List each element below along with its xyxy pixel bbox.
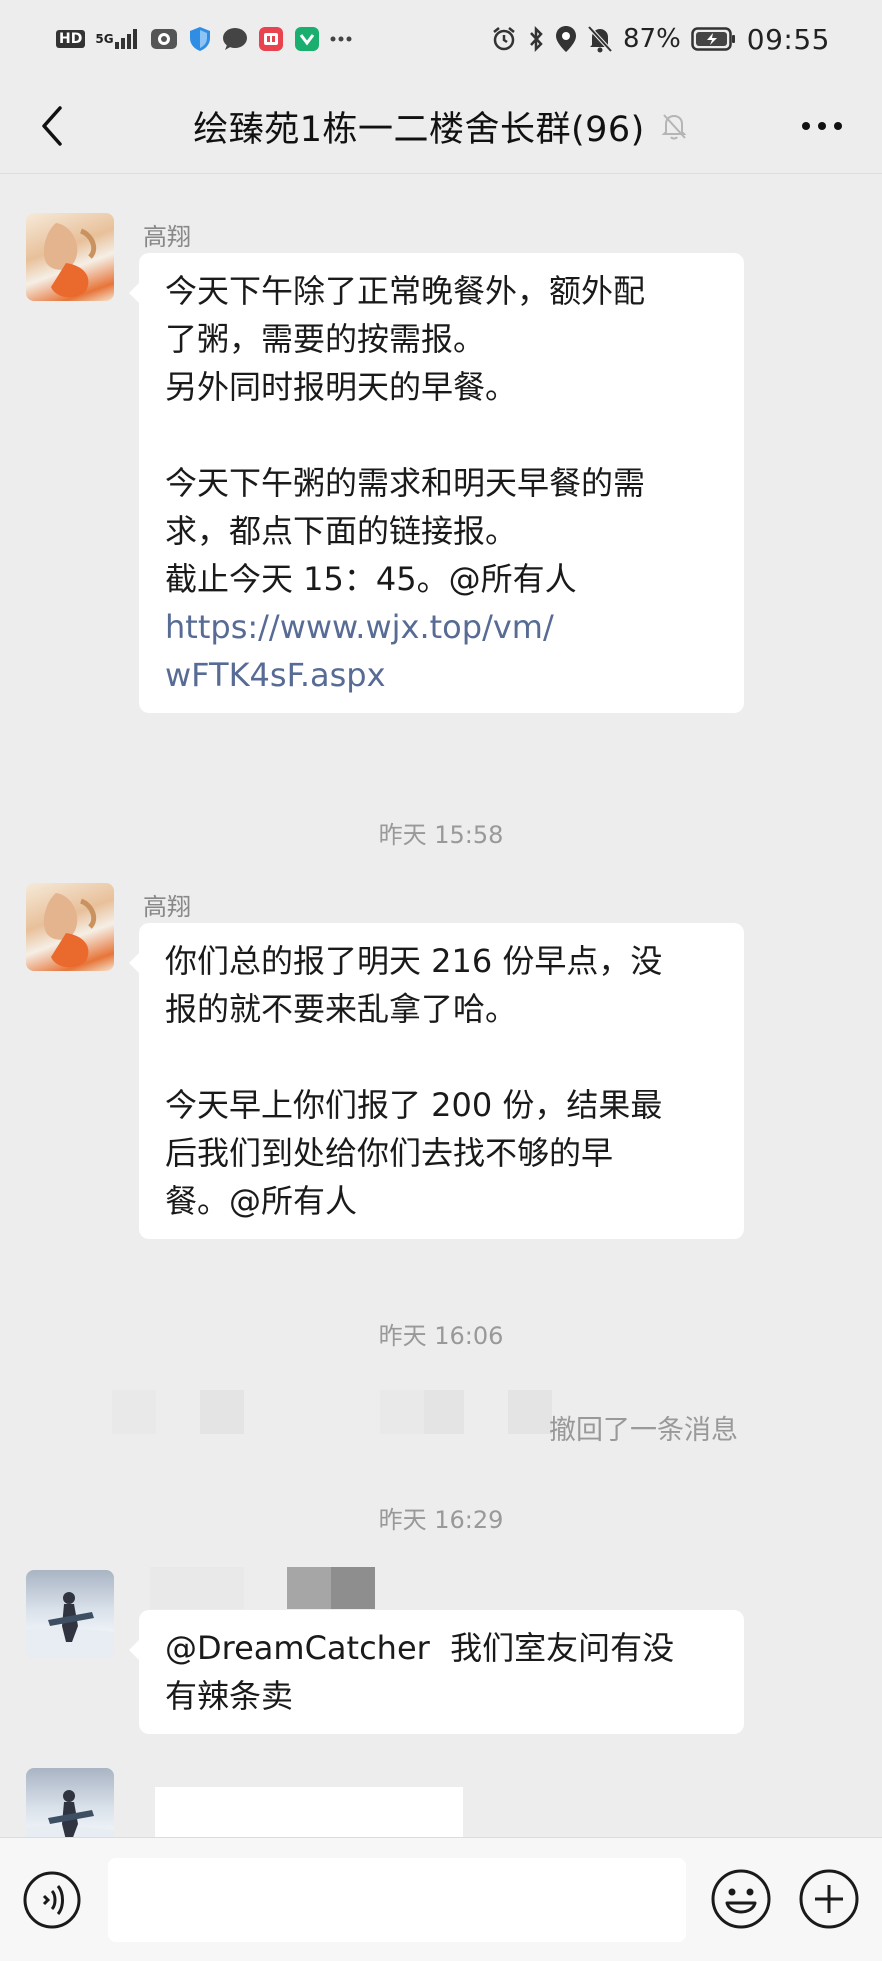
plus-icon: [799, 1869, 859, 1929]
blurred-name-block: [424, 1390, 464, 1434]
message-link[interactable]: https://www.wjx.top/vm/ wFTK4sF.aspx: [165, 608, 554, 694]
blurred-name-block: [380, 1390, 424, 1434]
input-bar: [0, 1837, 882, 1961]
battery-icon: [691, 26, 737, 52]
more-dots-icon: [802, 122, 842, 130]
clock-time: 09:55: [746, 22, 830, 56]
status-bar: HD 5G 87% 09:55: [0, 0, 882, 78]
blurred-message-block: [155, 1787, 463, 1837]
blurred-name-block: [508, 1390, 552, 1434]
bluetooth-icon: [527, 25, 545, 53]
avatar-image: [26, 1592, 114, 1658]
network-type-label: 5G: [95, 32, 114, 46]
avatar[interactable]: [26, 1570, 114, 1658]
avatar-image: [43, 893, 97, 968]
message-bubble[interactable]: @DreamCatcher 我们室友问有没 有辣条卖: [129, 1610, 744, 1734]
more-functions-button[interactable]: [798, 1868, 860, 1930]
message-bubble-icon: [222, 27, 248, 51]
message-bubble[interactable]: 你们总的报了明天 216 份早点，没 报的就不要来乱拿了哈。 今天早上你们报了 …: [129, 923, 744, 1239]
emoji-button[interactable]: [710, 1868, 772, 1930]
blurred-name-block: [194, 1567, 244, 1609]
blurred-name-block: [200, 1390, 244, 1434]
message-text: 你们总的报了明天 216 份早点，没 报的就不要来乱拿了哈。 今天早上你们报了 …: [165, 942, 663, 1220]
timestamp: 昨天 16:29: [378, 1506, 504, 1534]
sender-name: 高翔: [143, 893, 191, 921]
blurred-name-block: [331, 1567, 375, 1609]
bell-off-icon: [661, 114, 687, 140]
hd-icon: HD: [56, 30, 86, 48]
app-red-icon: [258, 26, 284, 52]
avatar[interactable]: [26, 213, 114, 301]
message-text: @DreamCatcher 我们室友问有没 有辣条卖: [165, 1629, 675, 1715]
more-options-button[interactable]: [792, 100, 852, 152]
voice-icon: [23, 1871, 81, 1929]
emoji-icon: [711, 1869, 771, 1929]
battery-percentage: 87%: [623, 24, 681, 54]
chat-title-wrap: 绘臻苑1栋一二楼舍长群(96): [0, 78, 882, 174]
chat-title: 绘臻苑1栋一二楼舍长群(96): [193, 109, 645, 150]
avatar-image: [43, 223, 97, 298]
message-input[interactable]: [108, 1858, 686, 1942]
blurred-name-block: [112, 1390, 156, 1434]
bell-off-status-icon: [587, 25, 613, 53]
shield-icon: [188, 26, 212, 52]
location-icon: [555, 25, 577, 53]
status-bar-left: HD 5G: [56, 26, 352, 52]
voice-input-button[interactable]: [22, 1870, 82, 1930]
recall-notice: 撤回了一条消息: [549, 1415, 738, 1446]
avatar[interactable]: [26, 883, 114, 971]
avatar[interactable]: [26, 1768, 114, 1837]
chat-message-list[interactable]: 高翔 今天下午除了正常晚餐外，额外配 了粥，需要的按需报。 另外同时报明天的早餐…: [0, 175, 882, 1837]
overflow-dots-icon: [330, 35, 352, 43]
sender-name: 高翔: [143, 223, 191, 251]
app-green-icon: [294, 26, 320, 52]
status-bar-right: 87% 09:55: [491, 23, 830, 56]
message-bubble[interactable]: 今天下午除了正常晚餐外，额外配 了粥，需要的按需报。 另外同时报明天的早餐。 今…: [129, 253, 744, 713]
chat-header: 绘臻苑1栋一二楼舍长群(96): [0, 78, 882, 174]
blurred-name-block: [287, 1567, 331, 1609]
timestamp: 昨天 16:06: [378, 1322, 504, 1350]
timestamp: 昨天 15:58: [378, 821, 504, 849]
alarm-icon: [491, 26, 517, 52]
message-text: 今天下午除了正常晚餐外，额外配 了粥，需要的按需报。 另外同时报明天的早餐。 今…: [165, 272, 646, 598]
blurred-name-block: [150, 1567, 194, 1609]
app-eye-icon: [150, 27, 178, 51]
signal-icon: 5G: [95, 28, 139, 50]
avatar-image: [26, 1790, 114, 1837]
